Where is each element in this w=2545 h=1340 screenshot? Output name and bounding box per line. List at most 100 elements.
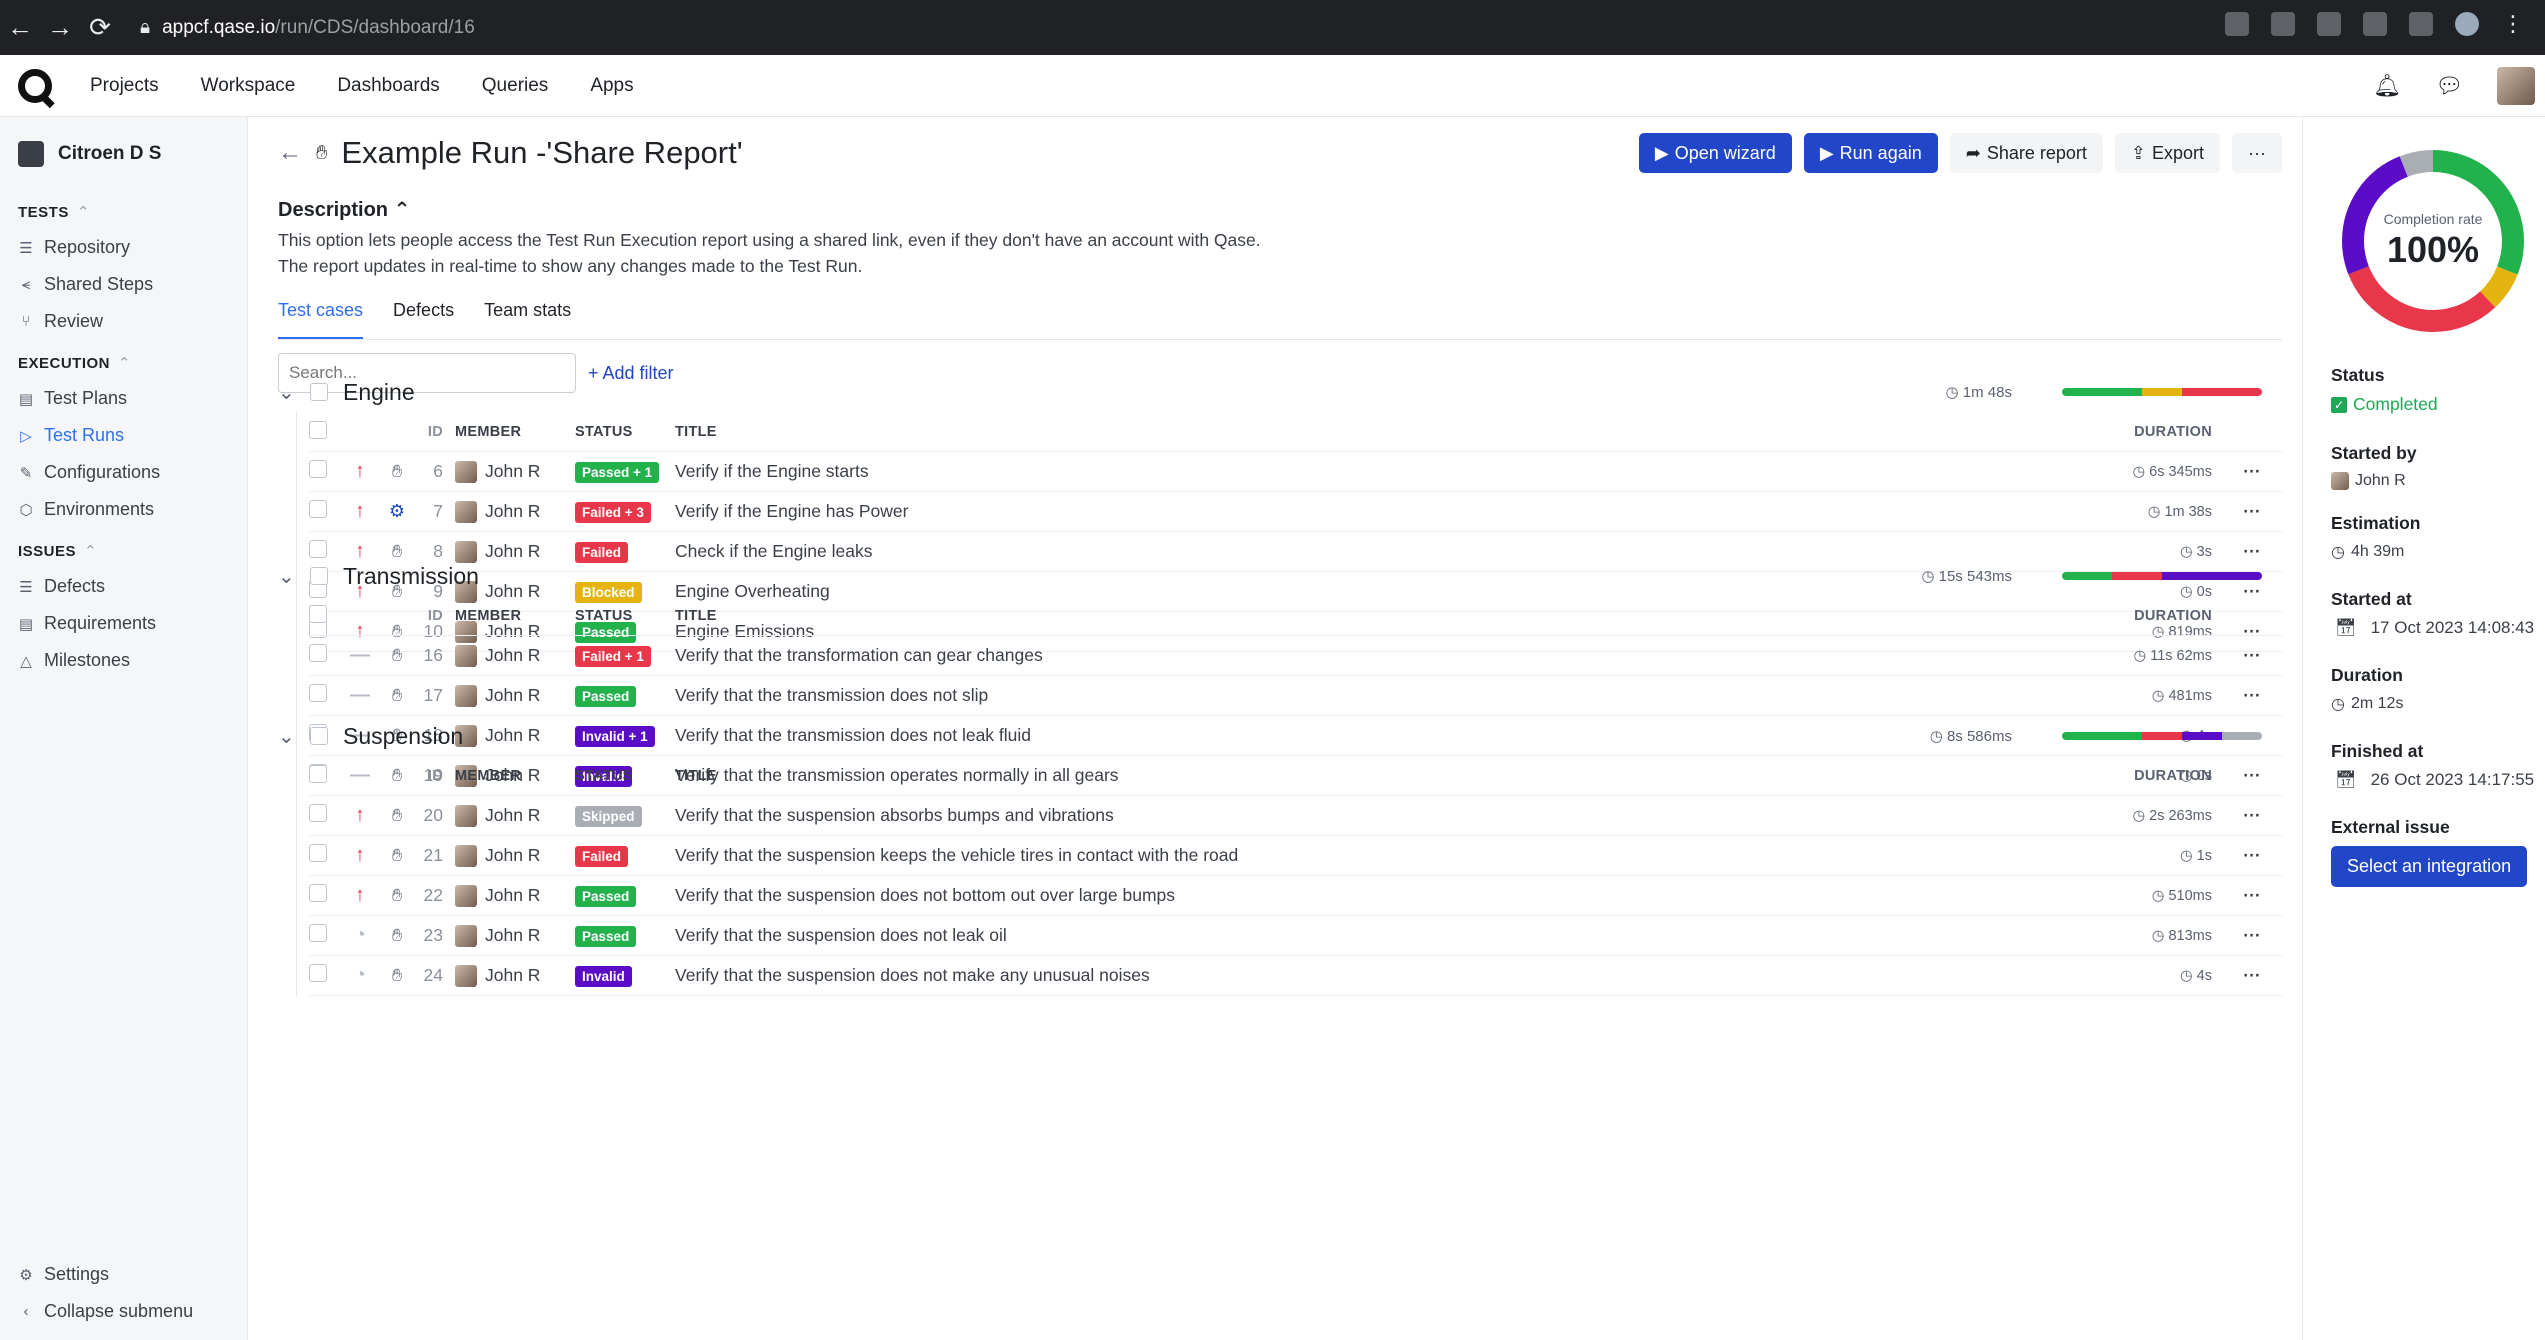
sidebar-item-settings[interactable]: ⚙ Settings: [0, 1256, 247, 1293]
sidebar-item-defects[interactable]: ☰ Defects: [0, 568, 247, 605]
topnav-item-projects[interactable]: Projects: [90, 75, 159, 97]
case-title[interactable]: Verify that the suspension does not make…: [675, 965, 2062, 986]
tab-defects[interactable]: Defects: [393, 300, 454, 339]
column-title[interactable]: TITLE: [675, 768, 2062, 784]
chevron-down-icon[interactable]: ⌄: [278, 380, 300, 405]
topnav-item-workspace[interactable]: Workspace: [201, 75, 296, 97]
sidebar-item-shared-steps[interactable]: ⪪ Shared Steps: [0, 266, 247, 303]
case-title[interactable]: Verify that the suspension keeps the veh…: [675, 845, 2062, 866]
column-id[interactable]: ID: [417, 424, 443, 440]
sidebar-item-repository[interactable]: ☰ Repository: [0, 229, 247, 266]
table-row[interactable]: ↑ ⚙ 7 John R Failed + 3 Verify if the Engine …: [309, 492, 2282, 532]
suite-checkbox[interactable]: [310, 567, 328, 585]
row-more-button[interactable]: ···: [2222, 501, 2282, 522]
description-toggle[interactable]: Description ⌃: [278, 197, 410, 222]
extension-icon[interactable]: [2225, 12, 2249, 36]
puzzle-icon[interactable]: [2363, 12, 2387, 36]
share-report-button[interactable]: ➦ Share report: [1949, 133, 2103, 173]
sidebar-section-tests[interactable]: TESTS ⌃: [0, 189, 247, 229]
row-checkbox[interactable]: [309, 460, 327, 478]
row-checkbox[interactable]: [309, 684, 327, 702]
topnav-item-queries[interactable]: Queries: [482, 75, 549, 97]
sidepanel-icon[interactable]: [2409, 12, 2433, 36]
select-integration-button[interactable]: Select an integration: [2331, 846, 2528, 887]
select-all-checkbox[interactable]: [309, 604, 327, 623]
row-more-button[interactable]: ···: [2222, 965, 2282, 986]
row-checkbox[interactable]: [309, 844, 327, 862]
back-arrow-icon[interactable]: ←: [0, 12, 40, 43]
sidebar-item-requirements[interactable]: ▤ Requirements: [0, 605, 247, 642]
extension-icon[interactable]: [2317, 12, 2341, 36]
tab-test-cases[interactable]: Test cases: [278, 300, 364, 339]
reload-icon[interactable]: ⟳: [80, 12, 120, 43]
row-checkbox[interactable]: [309, 884, 327, 902]
row-more-button[interactable]: ···: [2222, 885, 2282, 906]
column-member[interactable]: MEMBER: [455, 424, 575, 440]
sidebar-item-configurations[interactable]: ✎ Configurations: [0, 454, 247, 491]
case-title[interactable]: Verify that the transformation can gear …: [675, 645, 2062, 666]
column-status[interactable]: STATUS: [575, 768, 675, 784]
column-duration[interactable]: DURATION: [2062, 424, 2222, 440]
select-all-checkbox[interactable]: [309, 764, 327, 783]
kebab-menu-icon[interactable]: ⋮: [2501, 12, 2525, 36]
column-id[interactable]: ID: [417, 608, 443, 624]
table-row[interactable]: ↑ ✋︎ 6 John R Passed + 1 Verify if the Engine…: [309, 452, 2282, 492]
suite-checkbox[interactable]: [310, 383, 328, 401]
table-row[interactable]: ◔ ✋︎ 24 John R Invalid Verify that the suspen…: [309, 956, 2282, 996]
case-title[interactable]: Verify that the suspension does not leak…: [675, 925, 2062, 946]
open-wizard-button[interactable]: ▶ Open wizard: [1638, 133, 1792, 173]
column-duration[interactable]: DURATION: [2062, 608, 2222, 624]
project-switcher[interactable]: Citroen D S: [0, 117, 247, 189]
suite-checkbox[interactable]: [310, 727, 328, 745]
extension-icon[interactable]: [2271, 12, 2295, 36]
column-member[interactable]: MEMBER: [455, 768, 575, 784]
row-more-button[interactable]: ···: [2222, 805, 2282, 826]
bell-icon[interactable]: 🔔︎: [2373, 73, 2401, 99]
chat-icon[interactable]: 💬︎: [2435, 73, 2463, 99]
table-row[interactable]: ↑ ✋︎ 21 John R Failed Verify that the suspens…: [309, 836, 2282, 876]
sidebar-item-milestones[interactable]: △ Milestones: [0, 642, 247, 679]
case-title[interactable]: Verify if the Engine starts: [675, 461, 2062, 482]
column-title[interactable]: TITLE: [675, 608, 2062, 624]
column-member[interactable]: MEMBER: [455, 608, 575, 624]
column-duration[interactable]: DURATION: [2062, 768, 2222, 784]
chevron-down-icon[interactable]: ⌄: [278, 564, 300, 589]
row-checkbox[interactable]: [309, 964, 327, 982]
row-checkbox[interactable]: [309, 644, 327, 662]
profile-icon[interactable]: [2455, 12, 2479, 36]
table-row[interactable]: — ✋︎ 16 John R Failed + 1 Verify that the tra…: [309, 636, 2282, 676]
sidebar-item-environments[interactable]: ⬡ Environments: [0, 491, 247, 528]
row-more-button[interactable]: ···: [2222, 845, 2282, 866]
row-more-button[interactable]: ···: [2222, 461, 2282, 482]
case-title[interactable]: Verify that the suspension does not bott…: [675, 885, 2062, 906]
case-title[interactable]: Verify that the suspension absorbs bumps…: [675, 805, 2062, 826]
run-again-button[interactable]: ▶ Run again: [1803, 133, 1938, 173]
sidebar-item-test-runs[interactable]: ▷ Test Runs: [0, 417, 247, 454]
row-more-button[interactable]: ···: [2222, 645, 2282, 666]
more-actions-button[interactable]: ···: [2232, 133, 2282, 173]
back-arrow-icon[interactable]: ←: [278, 139, 302, 167]
select-all-checkbox[interactable]: [309, 420, 327, 439]
table-row[interactable]: — ✋︎ 17 John R Passed Verify that the transmi…: [309, 676, 2282, 716]
sidebar-section-execution[interactable]: EXECUTION ⌃: [0, 340, 247, 380]
row-checkbox[interactable]: [309, 500, 327, 518]
row-checkbox[interactable]: [309, 804, 327, 822]
column-status[interactable]: STATUS: [575, 424, 675, 440]
topnav-item-apps[interactable]: Apps: [590, 75, 633, 97]
user-avatar[interactable]: [2497, 66, 2535, 105]
collapse-submenu-button[interactable]: ‹ Collapse submenu: [0, 1293, 247, 1330]
case-title[interactable]: Verify if the Engine has Power: [675, 501, 2062, 522]
case-title[interactable]: Verify that the transmission does not sl…: [675, 685, 2062, 706]
topnav-item-dashboards[interactable]: Dashboards: [337, 75, 439, 97]
row-more-button[interactable]: ···: [2222, 925, 2282, 946]
row-more-button[interactable]: ···: [2222, 685, 2282, 706]
sidebar-section-issues[interactable]: ISSUES ⌃: [0, 528, 247, 568]
tab-team-stats[interactable]: Team stats: [484, 300, 571, 339]
column-status[interactable]: STATUS: [575, 608, 675, 624]
column-id[interactable]: ID: [417, 768, 443, 784]
sidebar-item-review[interactable]: ⑂ Review: [0, 303, 247, 340]
address-bar[interactable]: 🔒︎ appcf.qase.io/run/CDS/dashboard/16: [140, 9, 2290, 46]
table-row[interactable]: ↑ ✋︎ 20 John R Skipped Verify that the suspen…: [309, 796, 2282, 836]
qase-logo-icon[interactable]: [18, 68, 52, 103]
column-title[interactable]: TITLE: [675, 424, 2062, 440]
